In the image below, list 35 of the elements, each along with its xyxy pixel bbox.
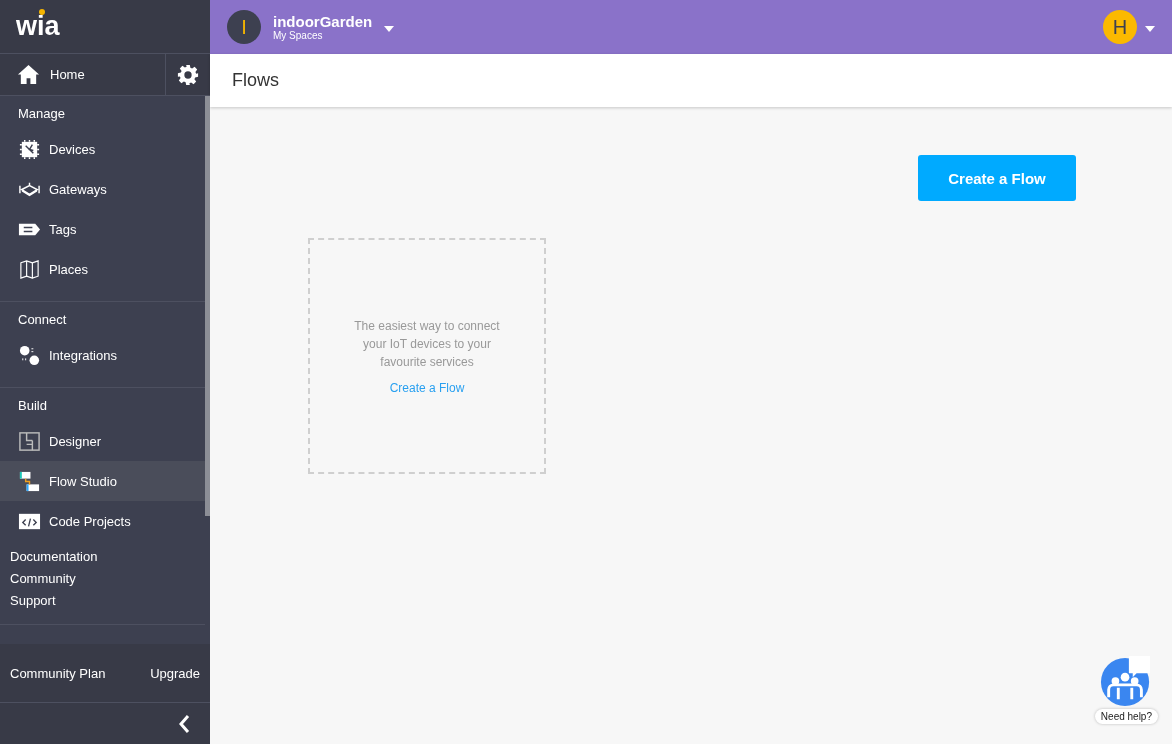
empty-state-text: The easiest way to connect your IoT devices to your favourite services [353, 318, 501, 371]
nav-item[interactable]: Flow Studio [0, 461, 205, 501]
user-avatar[interactable]: H [1103, 10, 1137, 44]
blueprint-icon [18, 429, 41, 453]
nav-item[interactable]: Gateways [0, 169, 205, 209]
space-avatar[interactable]: I [227, 10, 261, 44]
sidebar-link[interactable]: Community [10, 571, 195, 586]
space-caption: My Spaces [273, 30, 324, 41]
upgrade-link[interactable]: Upgrade [150, 665, 200, 681]
chip-icon [18, 137, 41, 161]
map-icon [18, 257, 41, 281]
help-label[interactable]: Need help? [1094, 709, 1158, 724]
section-heading: Build [17, 398, 48, 415]
caret-icon[interactable] [384, 26, 395, 32]
help-people-icon[interactable] [1100, 655, 1153, 707]
section-heading: Connect [17, 312, 68, 329]
caret-icon[interactable] [1145, 26, 1155, 32]
flow-icon [18, 469, 41, 493]
nav-item[interactable]: Tags [0, 209, 205, 249]
nav-item[interactable]: Integrations [0, 335, 205, 375]
chevron-left-icon [178, 713, 190, 734]
nav-item[interactable]: Code Projects [0, 501, 205, 541]
settings-icon [177, 63, 199, 86]
sidebar-link[interactable]: Documentation [10, 549, 195, 564]
sidebar-link[interactable]: Support [10, 593, 195, 608]
plan-label: Community Plan [10, 665, 106, 681]
circles-icon [18, 343, 41, 367]
space-name[interactable]: indoorGarden [273, 13, 373, 30]
page-title: Flows [232, 70, 279, 91]
nav-item[interactable]: Devices [0, 129, 205, 169]
nav-item[interactable]: Designer [0, 421, 205, 461]
house-icon [17, 63, 40, 86]
collapse-button[interactable] [178, 713, 190, 734]
nav-item[interactable]: Places [0, 249, 205, 289]
section-heading: Manage [17, 106, 66, 123]
